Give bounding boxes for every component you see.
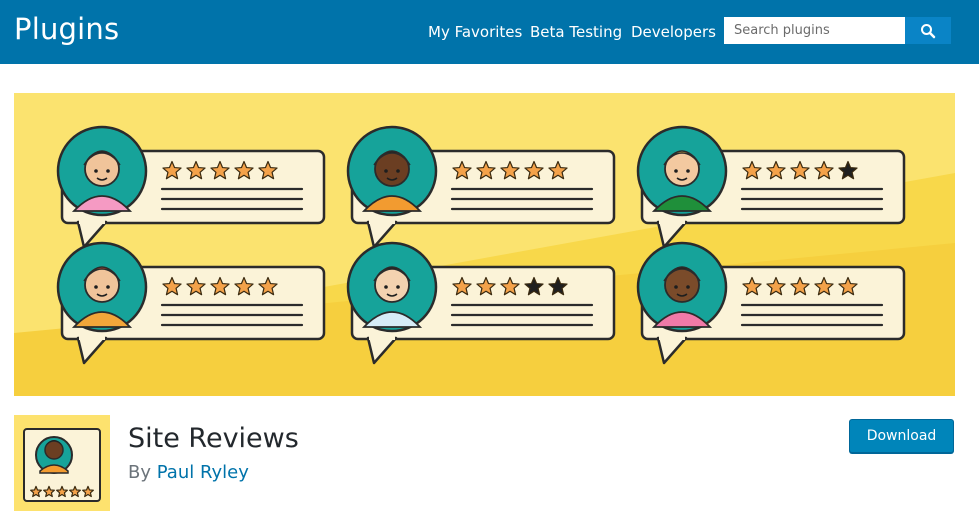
plugin-byline: By Paul Ryley xyxy=(128,462,249,483)
download-button[interactable]: Download xyxy=(849,419,954,453)
banner-illustration xyxy=(14,93,955,396)
author-link[interactable]: Paul Ryley xyxy=(157,462,249,483)
search-input[interactable] xyxy=(724,17,905,44)
search-button[interactable] xyxy=(905,17,951,44)
nav-beta-testing[interactable]: Beta Testing xyxy=(530,0,622,64)
nav-my-favorites[interactable]: My Favorites xyxy=(428,0,522,64)
nav-developers[interactable]: Developers xyxy=(631,0,716,64)
nav-link-my-favorites[interactable]: My Favorites xyxy=(428,23,522,41)
plugin-banner xyxy=(14,93,955,396)
plugin-name: Site Reviews xyxy=(128,423,299,454)
nav-link-developers[interactable]: Developers xyxy=(631,23,716,41)
nav-link-beta-testing[interactable]: Beta Testing xyxy=(530,23,622,41)
search-icon xyxy=(921,23,936,38)
plugin-icon xyxy=(14,415,110,511)
page-title[interactable]: Plugins xyxy=(14,12,119,46)
by-label: By xyxy=(128,462,152,483)
top-bar: Plugins My Favorites Beta Testing Develo… xyxy=(0,0,979,64)
plugin-icon-image xyxy=(14,415,110,511)
